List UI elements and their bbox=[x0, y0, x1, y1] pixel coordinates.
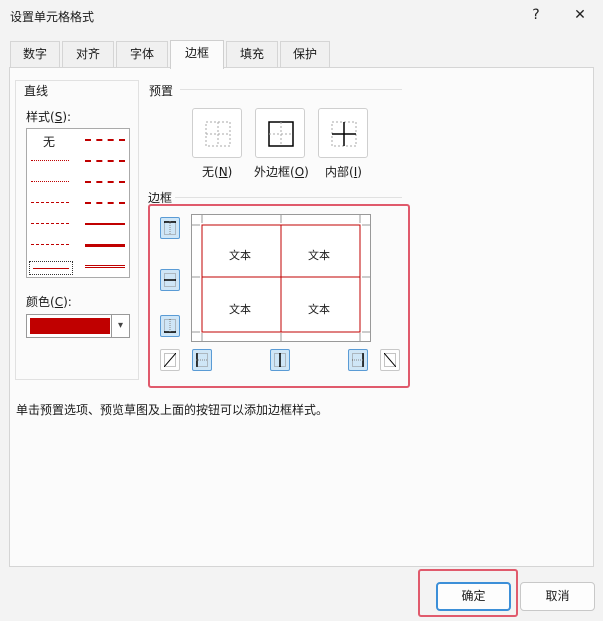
right-border-icon bbox=[352, 353, 364, 367]
title-bar: 设置单元格格式 ? ✕ bbox=[0, 0, 603, 32]
tab-number[interactable]: 数字 bbox=[10, 41, 60, 68]
help-icon[interactable]: ? bbox=[513, 0, 559, 30]
line-group-title: 直线 bbox=[22, 82, 51, 99]
diagonal-down-border-icon bbox=[384, 353, 396, 367]
preset-inside-button[interactable] bbox=[318, 108, 368, 158]
line-style-dashed[interactable] bbox=[31, 244, 69, 245]
inside-border-icon bbox=[331, 121, 357, 147]
inside-vertical-border-button[interactable] bbox=[270, 349, 290, 371]
dialog-title: 设置单元格格式 bbox=[10, 10, 95, 24]
tab-border[interactable]: 边框 bbox=[170, 40, 224, 69]
bottom-border-button[interactable] bbox=[160, 315, 180, 337]
diagonal-up-border-icon bbox=[164, 353, 176, 367]
line-style-thick[interactable] bbox=[85, 244, 125, 247]
preset-none-label: 无(N) bbox=[202, 165, 233, 179]
line-style-thin-selected[interactable] bbox=[29, 261, 73, 275]
preview-grid bbox=[192, 215, 370, 341]
inside-vertical-border-icon bbox=[274, 353, 286, 367]
preset-outline-label: 外边框(O) bbox=[254, 165, 309, 179]
line-style-medium-dashed[interactable] bbox=[85, 202, 125, 204]
style-label: 样式(S): bbox=[26, 110, 72, 124]
border-preview[interactable]: 文本 文本 文本 文本 bbox=[191, 214, 371, 342]
no-border-icon bbox=[205, 121, 231, 147]
line-style-medium-dash-dot[interactable] bbox=[85, 181, 125, 183]
tab-alignment[interactable]: 对齐 bbox=[62, 41, 114, 68]
top-border-icon bbox=[164, 221, 176, 235]
preset-none-button[interactable] bbox=[192, 108, 242, 158]
line-style-slant-dash-dot[interactable] bbox=[85, 160, 125, 162]
preset-outline-button[interactable] bbox=[255, 108, 305, 158]
line-style-medium-dash-dot-dot[interactable] bbox=[85, 139, 125, 141]
preview-cell-text: 文本 bbox=[308, 303, 330, 316]
line-style-medium[interactable] bbox=[85, 223, 125, 225]
left-border-icon bbox=[196, 353, 208, 367]
tab-fill[interactable]: 填充 bbox=[226, 41, 278, 68]
line-style-list[interactable]: 无 bbox=[26, 128, 130, 278]
hint-text: 单击预置选项、预览草图及上面的按钮可以添加边框样式。 bbox=[16, 403, 329, 417]
line-style-double[interactable] bbox=[85, 265, 125, 268]
tab-protection[interactable]: 保护 bbox=[280, 41, 330, 68]
line-style-dash-dot[interactable] bbox=[31, 223, 69, 224]
top-border-button[interactable] bbox=[160, 217, 180, 239]
ok-button[interactable]: 确定 bbox=[436, 582, 511, 611]
border-tab-panel: 直线 样式(S): 无 颜色(C): ▾ 预置 无(N) 外边框(O) 内部(I… bbox=[9, 67, 594, 567]
diagonal-up-border-button[interactable] bbox=[160, 349, 180, 371]
inside-horizontal-border-button[interactable] bbox=[160, 269, 180, 291]
color-label: 颜色(C): bbox=[26, 295, 72, 309]
line-style-hair[interactable] bbox=[31, 160, 69, 161]
line-style-thin bbox=[33, 268, 69, 269]
line-style-dash-dot-dot[interactable] bbox=[31, 202, 69, 203]
preset-inside-label: 内部(I) bbox=[325, 165, 362, 179]
tab-font[interactable]: 字体 bbox=[116, 41, 168, 68]
presets-divider bbox=[180, 89, 402, 90]
left-border-button[interactable] bbox=[192, 349, 212, 371]
bottom-border-icon bbox=[164, 319, 176, 333]
close-icon[interactable]: ✕ bbox=[557, 0, 603, 30]
color-picker[interactable]: ▾ bbox=[26, 314, 130, 338]
border-divider bbox=[175, 197, 402, 198]
right-border-button[interactable] bbox=[348, 349, 368, 371]
inside-horizontal-border-icon bbox=[164, 273, 176, 287]
cancel-button[interactable]: 取消 bbox=[520, 582, 595, 611]
presets-title: 预置 bbox=[149, 84, 174, 98]
preview-cell-text: 文本 bbox=[229, 303, 251, 316]
preview-cell-text: 文本 bbox=[229, 249, 251, 262]
preview-cell-text: 文本 bbox=[308, 249, 330, 262]
line-style-dotted[interactable] bbox=[31, 181, 69, 182]
diagonal-down-border-button[interactable] bbox=[380, 349, 400, 371]
chevron-down-icon[interactable]: ▾ bbox=[111, 315, 129, 337]
outline-border-icon bbox=[268, 121, 294, 147]
selected-color-swatch bbox=[30, 318, 110, 334]
line-style-none[interactable]: 无 bbox=[43, 133, 55, 150]
